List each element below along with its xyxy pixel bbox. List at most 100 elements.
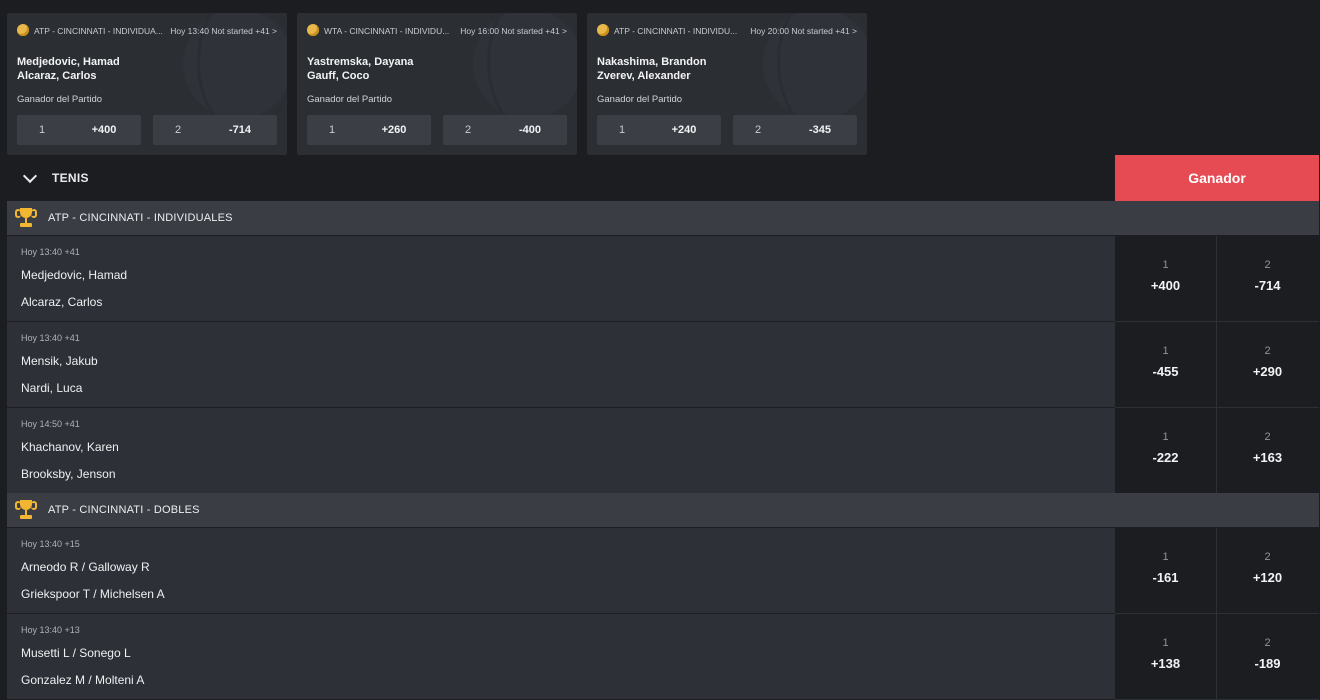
card-player-1: Nakashima, Brandon xyxy=(597,56,707,68)
event-odds: 1 -455 2 +290 xyxy=(1115,322,1319,408)
event-row[interactable]: Hoy 13:40 +13 Musetti L / Sonego L Gonza… xyxy=(7,614,1115,700)
event-time: Hoy 14:50 +41 xyxy=(21,419,80,429)
event-odds: 1 +400 2 -714 xyxy=(1115,236,1319,322)
event-team-1: Medjedovic, Hamad xyxy=(21,268,128,282)
featured-card[interactable]: WTA - CINCINNATI - INDIVIDU... Hoy 16:00… xyxy=(297,13,577,155)
selection-label: 1 xyxy=(38,124,46,136)
event-team-1: Musetti L / Sonego L xyxy=(21,646,131,660)
event-team-2: Nardi, Luca xyxy=(21,381,83,395)
event-time: Hoy 13:40 +13 xyxy=(21,625,80,635)
odds-value: +400 xyxy=(91,124,117,136)
chevron-down-icon[interactable] xyxy=(22,168,38,184)
odds-value: +163 xyxy=(1252,450,1283,465)
featured-card[interactable]: ATP - CINCINNATI - INDIVIDUA... Hoy 13:4… xyxy=(7,13,287,155)
odds-button-1[interactable]: 1 +240 xyxy=(597,115,721,145)
odds-cell-1[interactable]: 1 -161 xyxy=(1115,528,1217,613)
card-status-link[interactable]: Hoy 13:40 Not started +41 > xyxy=(170,26,277,36)
selection-label: 1 xyxy=(1162,551,1169,563)
card-header: ATP - CINCINNATI - INDIVIDUA... Hoy 13:4… xyxy=(17,24,277,38)
odds-value: -161 xyxy=(1152,570,1179,585)
selection-label: 2 xyxy=(1264,431,1271,443)
event-odds: 1 -222 2 +163 xyxy=(1115,408,1319,494)
event-team-2: Griekspoor T / Michelsen A xyxy=(21,587,165,601)
card-header: ATP - CINCINNATI - INDIVIDU... Hoy 20:00… xyxy=(597,24,857,38)
event-row[interactable]: Hoy 13:40 +41 Medjedovic, Hamad Alcaraz,… xyxy=(7,236,1115,322)
odds-button-2[interactable]: 2 -345 xyxy=(733,115,857,145)
card-league: WTA - CINCINNATI - INDIVIDU... xyxy=(324,26,450,36)
odds-button-2[interactable]: 2 -714 xyxy=(153,115,277,145)
card-status-link[interactable]: Hoy 20:00 Not started +41 > xyxy=(750,26,857,36)
tennis-ball-icon xyxy=(307,24,319,36)
event-team-2: Alcaraz, Carlos xyxy=(21,295,103,309)
odds-value: +260 xyxy=(381,124,407,136)
odds-value: +240 xyxy=(671,124,697,136)
odds-value: -345 xyxy=(808,124,832,136)
card-status-link[interactable]: Hoy 16:00 Not started +41 > xyxy=(460,26,567,36)
event-team-1: Mensik, Jakub xyxy=(21,354,98,368)
event-team-2: Brooksby, Jenson xyxy=(21,467,116,481)
event-time: Hoy 13:40 +41 xyxy=(21,333,80,343)
odds-value: +138 xyxy=(1150,656,1181,671)
card-league: ATP - CINCINNATI - INDIVIDUA... xyxy=(34,26,162,36)
odds-cell-1[interactable]: 1 -455 xyxy=(1115,322,1217,407)
selection-label: 2 xyxy=(1264,637,1271,649)
market-header-ganador[interactable]: Ganador xyxy=(1115,155,1319,201)
odds-value: +400 xyxy=(1150,278,1181,293)
trophy-icon xyxy=(15,500,37,520)
card-player-2: Gauff, Coco xyxy=(307,70,370,82)
trophy-icon xyxy=(15,208,37,228)
tennis-ball-icon xyxy=(597,24,609,36)
league-header[interactable]: ATP - CINCINNATI - DOBLES xyxy=(7,493,1319,527)
featured-card[interactable]: ATP - CINCINNATI - INDIVIDU... Hoy 20:00… xyxy=(587,13,867,155)
odds-button-2[interactable]: 2 -400 xyxy=(443,115,567,145)
odds-value: +290 xyxy=(1252,364,1283,379)
selection-label: 1 xyxy=(328,124,336,136)
event-time: Hoy 13:40 +41 xyxy=(21,247,80,257)
odds-cell-2[interactable]: 2 +120 xyxy=(1217,528,1318,613)
card-market: Ganador del Partido xyxy=(597,94,683,105)
event-team-1: Arneodo R / Galloway R xyxy=(21,560,150,574)
event-odds: 1 -161 2 +120 xyxy=(1115,528,1319,614)
tennis-ball-icon xyxy=(17,24,29,36)
league-name: ATP - CINCINNATI - INDIVIDUALES xyxy=(48,212,233,224)
odds-button-1[interactable]: 1 +400 xyxy=(17,115,141,145)
odds-value: -222 xyxy=(1152,450,1179,465)
sport-title: TENIS xyxy=(52,171,89,185)
selection-label: 2 xyxy=(1264,345,1271,357)
selection-label: 2 xyxy=(464,124,472,136)
selection-label: 2 xyxy=(174,124,182,136)
selection-label: 2 xyxy=(1264,259,1271,271)
selection-label: 1 xyxy=(618,124,626,136)
event-row[interactable]: Hoy 13:40 +15 Arneodo R / Galloway R Gri… xyxy=(7,528,1115,614)
card-player-1: Yastremska, Dayana xyxy=(307,56,414,68)
selection-label: 1 xyxy=(1162,259,1169,271)
odds-cell-1[interactable]: 1 +400 xyxy=(1115,236,1217,321)
card-market: Ganador del Partido xyxy=(17,94,103,105)
odds-value: -400 xyxy=(518,124,542,136)
odds-value: -714 xyxy=(228,124,252,136)
card-market: Ganador del Partido xyxy=(307,94,393,105)
event-odds: 1 +138 2 -189 xyxy=(1115,614,1319,700)
odds-button-1[interactable]: 1 +260 xyxy=(307,115,431,145)
odds-cell-2[interactable]: 2 +290 xyxy=(1217,322,1318,407)
event-time: Hoy 13:40 +15 xyxy=(21,539,80,549)
odds-cell-1[interactable]: 1 +138 xyxy=(1115,614,1217,699)
odds-value: -455 xyxy=(1152,364,1179,379)
odds-cell-2[interactable]: 2 -189 xyxy=(1217,614,1318,699)
odds-cell-2[interactable]: 2 -714 xyxy=(1217,236,1318,321)
odds-value: -189 xyxy=(1254,656,1281,671)
league-name: ATP - CINCINNATI - DOBLES xyxy=(48,504,200,516)
selection-label: 1 xyxy=(1162,431,1169,443)
event-team-2: Gonzalez M / Molteni A xyxy=(21,673,145,687)
selection-label: 1 xyxy=(1162,345,1169,357)
odds-cell-1[interactable]: 1 -222 xyxy=(1115,408,1217,493)
card-player-1: Medjedovic, Hamad xyxy=(17,56,120,68)
selection-label: 1 xyxy=(1162,637,1169,649)
event-row[interactable]: Hoy 14:50 +41 Khachanov, Karen Brooksby,… xyxy=(7,408,1115,494)
card-player-2: Alcaraz, Carlos xyxy=(17,70,97,82)
sport-section-header[interactable]: TENIS xyxy=(7,155,1115,201)
event-row[interactable]: Hoy 13:40 +41 Mensik, Jakub Nardi, Luca xyxy=(7,322,1115,408)
league-header[interactable]: ATP - CINCINNATI - INDIVIDUALES xyxy=(7,201,1319,235)
odds-value: -714 xyxy=(1254,278,1281,293)
odds-cell-2[interactable]: 2 +163 xyxy=(1217,408,1318,493)
